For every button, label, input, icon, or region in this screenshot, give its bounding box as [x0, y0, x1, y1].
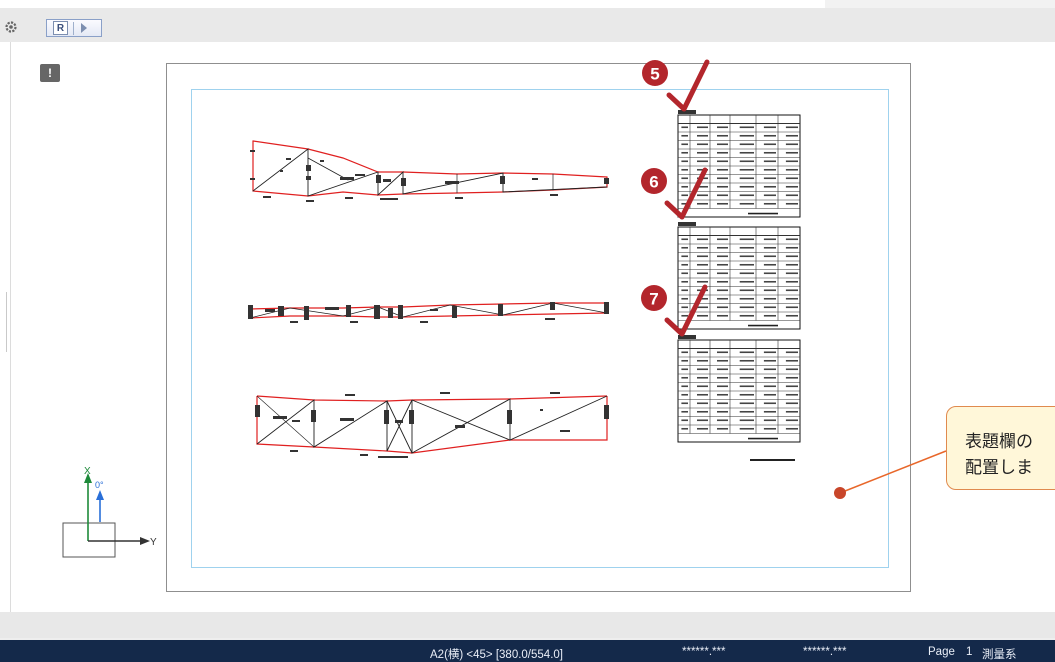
- step-7-number: 7: [649, 290, 658, 309]
- axis-indicator: X 0° Y: [62, 466, 157, 558]
- step-6-number: 6: [649, 173, 658, 192]
- checkmark-icon: [664, 167, 708, 220]
- checkmark-icon: [664, 284, 708, 337]
- checkmark-icon: [666, 59, 710, 112]
- paper-size-status: A2(横) <45> [380.0/554.0]: [430, 649, 563, 661]
- callout-box: 表題欄の 配置しま: [946, 406, 1055, 490]
- step-7-marker: 7: [641, 284, 708, 337]
- step-5-marker: 5: [642, 59, 710, 112]
- axis-y-label: Y: [150, 537, 157, 548]
- callout-anchor-dot: [834, 487, 846, 499]
- step-markers: 5 6 7 X 0° Y: [62, 59, 947, 558]
- axis-angle-label: 0°: [95, 480, 104, 490]
- coordinate-system-status: 測量系: [982, 649, 1017, 661]
- coordinate-x-status: ******.***: [682, 646, 726, 658]
- callout-line-2: 配置しま: [965, 458, 1033, 477]
- coordinate-y-status: ******.***: [803, 646, 847, 658]
- step-6-marker: 6: [641, 167, 708, 220]
- status-bar: A2(横) <45> [380.0/554.0] ******.*** ****…: [0, 638, 1055, 662]
- step-5-number: 5: [650, 65, 659, 84]
- callout-leader-line: [839, 450, 947, 494]
- axis-x-label: X: [84, 466, 91, 477]
- page-label: Page: [928, 646, 955, 658]
- callout-line-1: 表題欄の: [965, 432, 1033, 451]
- page-number: 1: [966, 646, 973, 658]
- status-bar-body: A2(横) <45> [380.0/554.0] ******.*** ****…: [0, 640, 1055, 662]
